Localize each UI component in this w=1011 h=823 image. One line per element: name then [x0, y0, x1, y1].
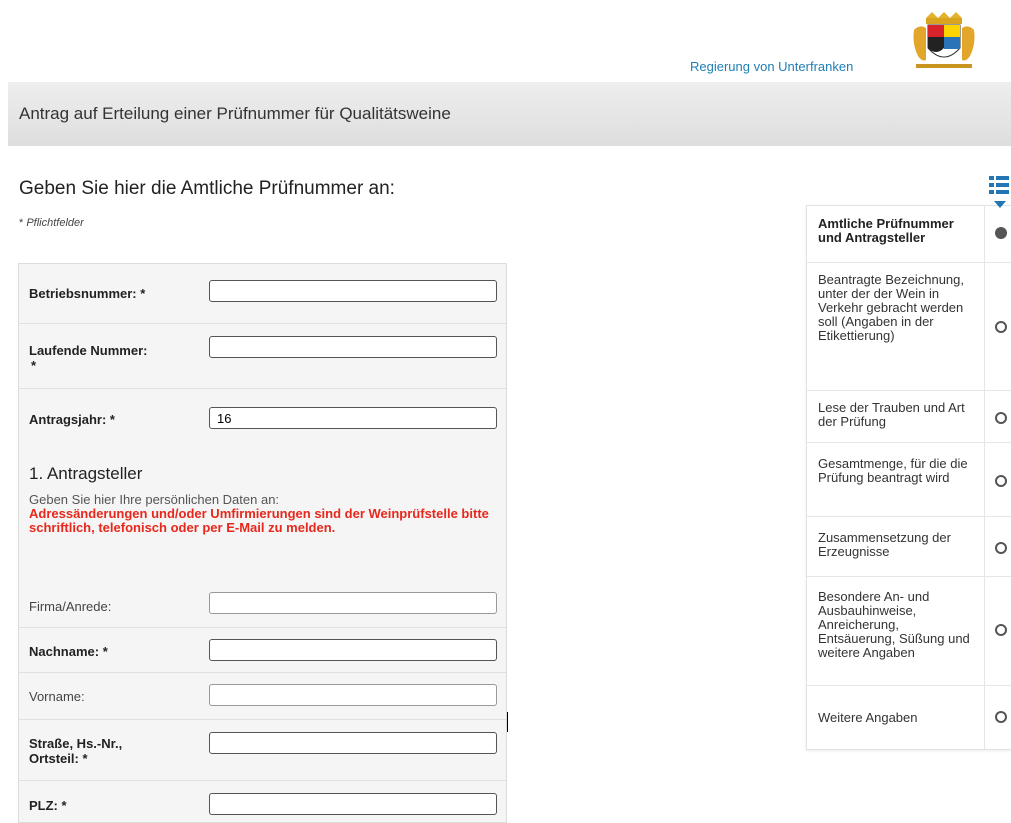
- laufende-nummer-input[interactable]: [209, 336, 497, 358]
- antragsteller-title: 1. Antragsteller: [29, 464, 143, 483]
- step-current-dot-icon: [995, 227, 1007, 239]
- antragsjahr-input[interactable]: [209, 407, 497, 429]
- nav-step-6-label: Besondere An- und Ausbauhinweise, Anreic…: [818, 589, 970, 660]
- step-pending-circle-icon: [995, 624, 1007, 636]
- step-pending-circle-icon: [995, 475, 1007, 487]
- agency-link[interactable]: Regierung von Unterfranken: [690, 59, 853, 74]
- row-plz: PLZ: *: [19, 781, 506, 822]
- strasse-label: Straße, Hs.-Nr., Ortsteil: *: [29, 736, 122, 766]
- strasse-label-line2: Ortsteil: *: [29, 751, 88, 766]
- antragsteller-section: 1. Antragsteller Geben Sie hier Ihre per…: [29, 464, 499, 535]
- betriebsnummer-input[interactable]: [209, 280, 497, 302]
- page-title: Antrag auf Erteilung einer Prüfnummer fü…: [19, 104, 451, 123]
- required-note-text: Pflichtfelder: [26, 217, 84, 229]
- vorname-input[interactable]: [209, 684, 497, 706]
- row-betriebsnummer: Betriebsnummer: *: [19, 264, 506, 324]
- strasse-label-line1: Straße, Hs.-Nr.,: [29, 736, 123, 751]
- text-cursor: [507, 712, 508, 732]
- required-note: * Pflichtfelder: [19, 217, 84, 229]
- firma-label: Firma/Anrede:: [29, 599, 112, 614]
- row-laufende-nummer: Laufende Nummer: *: [19, 324, 506, 389]
- nav-step-1-label: Amtliche Prüfnummer und Antragsteller: [818, 216, 954, 245]
- nav-step-7-label: Weitere Angaben: [818, 710, 918, 725]
- nav-step-2-label: Beantragte Bezeichnung, unter der der We…: [818, 272, 964, 343]
- nachname-label: Nachname: *: [29, 644, 108, 659]
- nachname-input[interactable]: [209, 639, 497, 661]
- laufende-nummer-label-line2: *: [31, 358, 37, 373]
- antragsteller-hint: Geben Sie hier Ihre persönlichen Daten a…: [29, 492, 280, 507]
- plz-input[interactable]: [209, 793, 497, 815]
- nav-step-5-label: Zusammensetzung der Erzeugnisse: [818, 530, 951, 559]
- nav-step-7[interactable]: Weitere Angaben: [807, 686, 1011, 751]
- antragsjahr-label: Antragsjahr: *: [29, 412, 115, 427]
- step-pending-circle-icon: [995, 321, 1007, 333]
- strasse-input[interactable]: [209, 732, 497, 754]
- plz-label: PLZ: *: [29, 798, 67, 813]
- nav-step-4-label: Gesamtmenge, für die die Prüfung beantra…: [818, 456, 968, 485]
- list-icon[interactable]: [989, 174, 1009, 196]
- step-pending-circle-icon: [995, 711, 1007, 723]
- nav-step-6[interactable]: Besondere An- und Ausbauhinweise, Anreic…: [807, 577, 1011, 686]
- antragsteller-warning: Adressänderungen und/oder Umfirmierungen…: [29, 506, 489, 535]
- laufende-nummer-label: Laufende Nummer: *: [29, 343, 147, 373]
- nav-step-1[interactable]: Amtliche Prüfnummer und Antragsteller: [807, 206, 1011, 263]
- form-panel: Betriebsnummer: * Laufende Nummer: * Ant…: [18, 263, 507, 823]
- row-nachname: Nachname: *: [19, 628, 506, 673]
- betriebsnummer-label: Betriebsnummer: *: [29, 286, 146, 301]
- required-star: *: [19, 217, 24, 229]
- row-antragsjahr: Antragsjahr: *: [19, 389, 506, 447]
- vorname-label: Vorname:: [29, 689, 85, 704]
- caret-down-icon: [994, 201, 1006, 208]
- laufende-nummer-label-line1: Laufende Nummer:: [29, 343, 148, 358]
- coat-of-arms-logo: [913, 12, 975, 68]
- row-strasse: Straße, Hs.-Nr., Ortsteil: *: [19, 720, 506, 781]
- nav-step-4[interactable]: Gesamtmenge, für die die Prüfung beantra…: [807, 443, 1011, 517]
- nav-divider: [984, 205, 985, 750]
- row-firma: Firma/Anrede:: [19, 584, 506, 628]
- step-pending-circle-icon: [995, 542, 1007, 554]
- nav-step-2[interactable]: Beantragte Bezeichnung, unter der der We…: [807, 263, 1011, 391]
- step-pending-circle-icon: [995, 412, 1007, 424]
- page-title-bar: Antrag auf Erteilung einer Prüfnummer fü…: [8, 82, 1011, 146]
- section-heading: Geben Sie hier die Amtliche Prüfnummer a…: [19, 178, 395, 199]
- row-vorname: Vorname:: [19, 673, 506, 720]
- nav-step-3-label: Lese der Trauben und Art der Prüfung: [818, 400, 965, 429]
- step-navigation: Amtliche Prüfnummer und Antragsteller Be…: [806, 205, 1011, 750]
- nav-step-5[interactable]: Zusammensetzung der Erzeugnisse: [807, 517, 1011, 577]
- firma-input[interactable]: [209, 592, 497, 614]
- nav-step-3[interactable]: Lese der Trauben und Art der Prüfung: [807, 391, 1011, 443]
